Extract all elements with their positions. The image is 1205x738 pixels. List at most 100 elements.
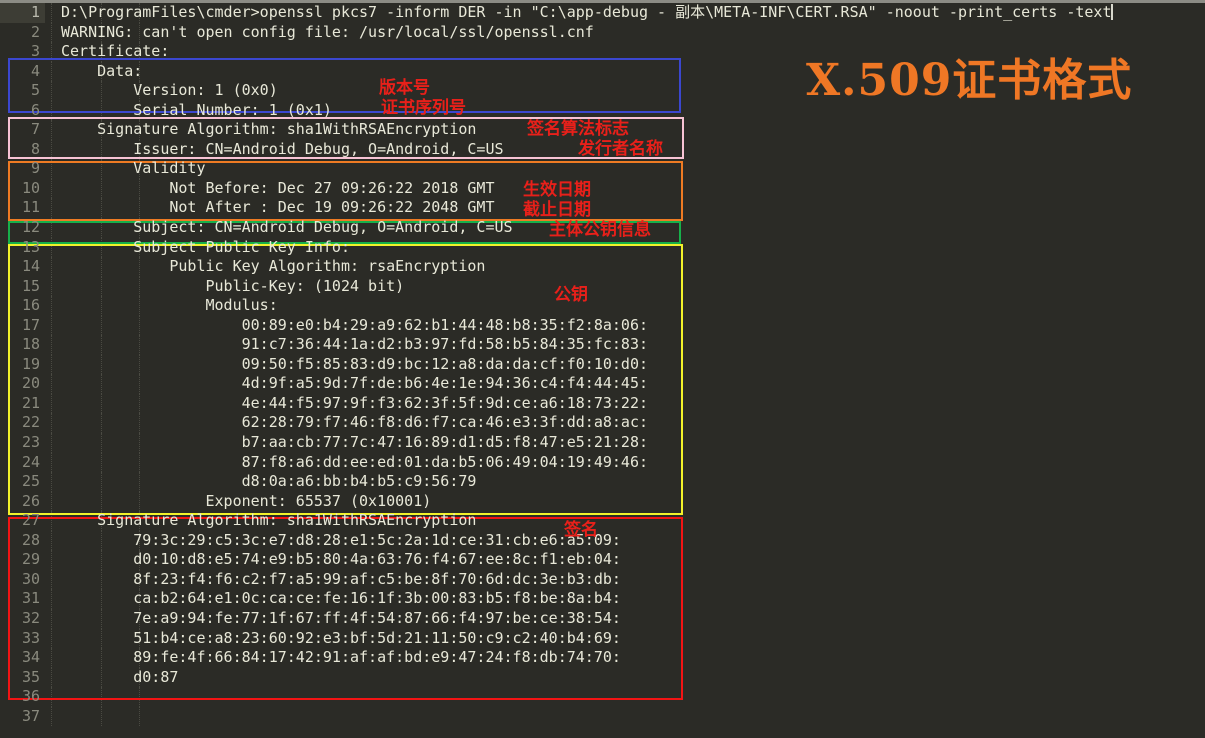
code-line[interactable]: 30 8f:23:f4:f6:c2:f7:a5:99:af:c5:be:8f:7… — [0, 569, 1205, 590]
code-line[interactable]: 11 Not After : Dec 19 09:26:22 2048 GMT — [0, 198, 1205, 219]
code-line[interactable]: 33 51:b4:ce:a8:23:60:92:e3:bf:5d:21:11:5… — [0, 628, 1205, 649]
code-line[interactable]: 37 — [0, 706, 1205, 727]
line-number: 21 — [21, 393, 40, 412]
terminal-window: 1 D:\ProgramFiles\cmder>openssl pkcs7 -in… — [0, 0, 1205, 738]
line-number: 14 — [21, 257, 40, 276]
code-line-text: d0:10:d8:e5:74:e9:b5:80:4a:63:76:f4:67:e… — [61, 550, 621, 569]
text-caret — [1111, 4, 1114, 20]
code-line-text: 62:28:79:f7:46:f8:d6:f7:ca:46:e3:3f:dd:a… — [61, 413, 648, 432]
code-line[interactable]: 16 Modulus: — [0, 296, 1205, 316]
code-line-text: Validity — [61, 159, 206, 178]
line-number: 10 — [21, 178, 40, 197]
indent-guide — [51, 178, 52, 199]
code-line[interactable]: 14 Public Key Algorithm: rsaEncryption — [0, 257, 1205, 277]
code-output-area[interactable]: 1 D:\ProgramFiles\cmder>openssl pkcs7 -in… — [0, 3, 1205, 738]
code-line[interactable]: 2 WARNING: can't open config file: /usr/l… — [0, 22, 1205, 43]
code-line[interactable]: 1 D:\ProgramFiles\cmder>openssl pkcs7 -in… — [0, 3, 1205, 23]
indent-guide — [51, 393, 52, 414]
code-line-text: Signature Algorithm: sha1WithRSAEncrypti… — [61, 511, 477, 530]
code-line[interactable]: 24 87:f8:a6:dd:ee:ed:01:da:b5:06:49:04:1… — [0, 452, 1205, 473]
code-line[interactable]: 26 Exponent: 65537 (0x10001) — [0, 491, 1205, 512]
code-line[interactable]: 23 b7:aa:cb:77:7c:47:16:89:d1:d5:f8:47:e… — [0, 433, 1205, 453]
line-number: 1 — [30, 3, 40, 21]
indent-guide — [51, 335, 52, 355]
code-line[interactable]: 36 — [0, 687, 1205, 707]
code-line-text: 4d:9f:a5:9d:7f:de:b6:4e:1e:94:36:c4:f4:4… — [61, 374, 648, 393]
code-line-text: Issuer: CN=Android Debug, O=Android, C=U… — [61, 139, 504, 158]
indent-guide — [51, 491, 52, 512]
code-line[interactable]: 9 Validity — [0, 159, 1205, 179]
line-number: 2 — [30, 22, 40, 41]
line-number: 30 — [21, 569, 40, 588]
code-line[interactable]: 35 d0:87 — [0, 667, 1205, 688]
code-line-text: D:\ProgramFiles\cmder>openssl pkcs7 -inf… — [61, 3, 1114, 21]
code-line[interactable]: 29 d0:10:d8:e5:74:e9:b5:80:4a:63:76:f4:6… — [0, 550, 1205, 570]
not-after-label: 截止日期 — [523, 200, 591, 220]
line-number: 18 — [21, 335, 40, 354]
public-key-label: 公钥 — [554, 285, 588, 305]
code-line-text: 8f:23:f4:f6:c2:f7:a5:99:af:c5:be:8f:70:6… — [61, 569, 621, 588]
code-line-text: Subject Public Key Info: — [61, 237, 350, 256]
indent-guide — [51, 198, 52, 219]
indent-guide — [139, 687, 140, 707]
indent-guide — [51, 354, 52, 375]
code-line-text: d8:0a:a6:bb:b4:b5:c9:56:79 — [61, 472, 477, 491]
line-number: 5 — [30, 81, 40, 100]
line-number: 6 — [30, 100, 40, 119]
code-line[interactable]: 22 62:28:79:f7:46:f8:d6:f7:ca:46:e3:3f:d… — [0, 413, 1205, 434]
line-number: 36 — [21, 687, 40, 706]
code-line[interactable]: 15 Public-Key: (1024 bit) — [0, 276, 1205, 297]
code-line-text: Version: 1 (0x0) — [61, 81, 278, 100]
code-line[interactable]: 25 d8:0a:a6:bb:b4:b5:c9:56:79 — [0, 472, 1205, 492]
indent-guide — [101, 706, 102, 727]
indent-guide — [51, 628, 52, 649]
code-line[interactable]: 19 09:50:f5:85:83:d9:bc:12:a8:da:da:cf:f… — [0, 354, 1205, 375]
line-number: 22 — [21, 413, 40, 432]
indent-guide — [51, 374, 52, 394]
code-line-text: b7:aa:cb:77:7c:47:16:89:d1:d5:f8:47:e5:2… — [61, 433, 648, 452]
code-line[interactable]: 34 89:fe:4f:66:84:17:42:91:af:af:bd:e9:4… — [0, 648, 1205, 668]
code-line-text: Signature Algorithm: sha1WithRSAEncrypti… — [61, 120, 477, 139]
code-line-text: 7e:a9:94:fe:77:1f:67:ff:4f:54:87:66:f4:9… — [61, 608, 621, 627]
code-line[interactable]: 27 Signature Algorithm: sha1WithRSAEncry… — [0, 511, 1205, 531]
indent-guide — [51, 472, 52, 492]
indent-guide — [51, 413, 52, 434]
line-number: 19 — [21, 354, 40, 373]
line-number: 8 — [30, 139, 40, 158]
indent-guide — [51, 22, 52, 43]
code-line[interactable]: 21 4e:44:f5:97:9f:f3:62:3f:5f:9d:ce:a6:1… — [0, 393, 1205, 414]
line-number: 34 — [21, 648, 40, 667]
indent-guide — [139, 706, 140, 727]
line-number: 24 — [21, 452, 40, 471]
serial-number-label: 证书序列号 — [381, 98, 466, 118]
code-line[interactable]: 20 4d:9f:a5:9d:7f:de:b6:4e:1e:94:36:c4:f… — [0, 374, 1205, 394]
code-line-text: d0:87 — [61, 667, 179, 686]
indent-guide — [51, 667, 52, 688]
indent-guide — [51, 100, 52, 121]
code-line-text: 87:f8:a6:dd:ee:ed:01:da:b5:06:49:04:19:4… — [61, 452, 648, 471]
code-line[interactable]: 31 ca:b2:64:e1:0c:ca:ce:fe:16:1f:3b:00:8… — [0, 589, 1205, 609]
code-line-text: Public Key Algorithm: rsaEncryption — [61, 257, 486, 276]
code-line-text: Data: — [61, 61, 143, 80]
code-line[interactable]: 28 79:3c:29:c5:3c:e7:d8:28:e1:5c:2a:1d:c… — [0, 530, 1205, 551]
code-line[interactable]: 18 91:c7:36:44:1a:d2:b3:97:fd:58:b5:84:3… — [0, 335, 1205, 355]
code-line-text: 09:50:f5:85:83:d9:bc:12:a8:da:da:cf:f0:1… — [61, 354, 648, 373]
line-number: 13 — [21, 237, 40, 256]
indent-guide — [51, 452, 52, 473]
code-line-text: 79:3c:29:c5:3c:e7:d8:28:e1:5c:2a:1d:ce:3… — [61, 530, 621, 549]
code-line[interactable]: 10 Not Before: Dec 27 09:26:22 2018 GMT — [0, 178, 1205, 199]
issuer-label: 发行者名称 — [578, 139, 663, 159]
indent-guide — [51, 3, 52, 23]
indent-guide — [51, 296, 52, 316]
code-line-text: 91:c7:36:44:1a:d2:b3:97:fd:58:b5:84:35:f… — [61, 335, 648, 354]
line-number: 27 — [21, 511, 40, 530]
code-line[interactable]: 17 00:89:e0:b4:29:a9:62:b1:44:48:b8:35:f… — [0, 315, 1205, 336]
line-number: 31 — [21, 589, 40, 608]
line-number: 33 — [21, 628, 40, 647]
code-line-text: ca:b2:64:e1:0c:ca:ce:fe:16:1f:3b:00:83:b… — [61, 589, 621, 608]
indent-guide — [51, 569, 52, 590]
indent-guide — [51, 81, 52, 101]
code-line-text: Not After : Dec 19 09:26:22 2048 GMT — [61, 198, 495, 217]
code-line[interactable]: 32 7e:a9:94:fe:77:1f:67:ff:4f:54:87:66:f… — [0, 608, 1205, 629]
indent-guide — [51, 61, 52, 82]
